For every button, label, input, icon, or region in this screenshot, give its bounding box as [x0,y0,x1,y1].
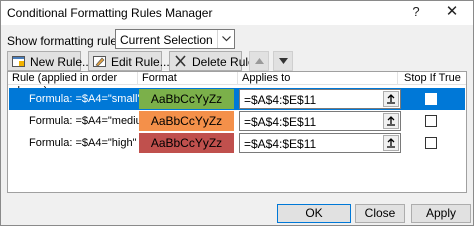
move-down-button[interactable] [273,51,293,71]
move-up-button[interactable] [249,51,269,71]
range-collapse-button[interactable] [383,113,399,129]
range-select-icon [387,138,395,148]
new-rule-label: New Rule... [30,55,93,69]
applies-to-value: =$A$4:$E$11 [244,115,317,129]
rule-row[interactable]: Formula: =$A4="high" AaBbCcYyZz =$A$4:$E… [9,132,465,154]
triangle-up-icon [255,58,264,64]
edit-rule-icon [93,56,106,67]
dropdown-arrow[interactable] [217,30,234,48]
stop-if-true-checkbox[interactable] [425,115,437,127]
delete-rule-label: Delete Rule [192,55,255,69]
format-preview[interactable]: AaBbCcYyZz [139,89,234,109]
range-select-icon [387,94,395,104]
ok-button[interactable]: OK [277,204,351,223]
show-rules-value: Current Selection [120,33,213,47]
range-collapse-button[interactable] [383,135,399,151]
delete-rule-button[interactable]: Delete Rule [169,51,255,71]
rule-formula: Formula: =$A4="high" [29,137,137,149]
new-rule-button[interactable]: New Rule... [7,51,92,71]
chevron-down-icon [222,36,231,42]
column-header-applies-to: Applies to [238,72,398,85]
help-button[interactable]: ? [401,1,431,23]
applies-to-field[interactable]: =$A$4:$E$11 [239,89,401,109]
edit-rule-label: Edit Rule... [111,55,170,69]
format-preview[interactable]: AaBbCcYyZz [139,111,234,131]
close-window-button[interactable]: ✕ [437,1,467,23]
applies-to-value: =$A$4:$E$11 [244,137,317,151]
rules-table-header: Rule (applied in order shown) Format App… [8,72,466,97]
stop-if-true-checkbox[interactable] [425,93,437,105]
stop-if-true-checkbox[interactable] [425,137,437,149]
applies-to-field[interactable]: =$A$4:$E$11 [239,133,401,153]
rules-table: Rule (applied in order shown) Format App… [7,71,467,193]
rule-row[interactable]: Formula: =$A4="medium" AaBbCcYyZz =$A$4:… [9,110,465,132]
new-rule-icon [12,56,25,67]
applies-to-field[interactable]: =$A$4:$E$11 [239,111,401,131]
conditional-formatting-dialog: Conditional Formatting Rules Manager ? ✕… [0,0,474,226]
delete-icon [175,55,186,67]
window-title: Conditional Formatting Rules Manager [7,6,213,20]
column-header-format: Format [138,72,238,85]
applies-to-value: =$A$4:$E$11 [244,93,317,107]
rule-formula: Formula: =$A4="small" [29,93,142,105]
range-select-icon [387,116,395,126]
title-bar: Conditional Formatting Rules Manager ? ✕ [1,1,473,25]
rule-row[interactable]: Formula: =$A4="small" AaBbCcYyZz =$A$4:$… [9,88,465,110]
triangle-down-icon [279,58,288,64]
edit-rule-button[interactable]: Edit Rule... [88,51,170,71]
show-rules-dropdown[interactable]: Current Selection [115,29,235,49]
column-header-rule: Rule (applied in order shown) [8,72,138,97]
range-collapse-button[interactable] [383,91,399,107]
column-header-stop-if-true: Stop If True [404,72,461,84]
format-preview[interactable]: AaBbCcYyZz [139,133,234,153]
apply-button[interactable]: Apply [411,204,471,223]
close-button[interactable]: Close [355,204,405,223]
rule-formula: Formula: =$A4="medium" [29,115,155,127]
